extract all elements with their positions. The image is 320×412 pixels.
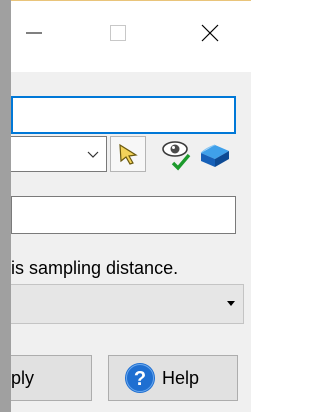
solid-view-button[interactable] (197, 136, 233, 172)
eye-check-icon (162, 141, 191, 171)
pointer-pick-icon (119, 143, 138, 165)
maximize-button[interactable] (95, 10, 141, 56)
sampling-distance-hint: is sampling distance. (11, 258, 179, 278)
minimize-button[interactable] (11, 10, 57, 56)
target-combo[interactable] (11, 136, 107, 172)
dropdown-arrow-icon (227, 301, 235, 306)
apply-button-label: ply (11, 367, 35, 388)
chevron-down-icon[interactable] (84, 145, 102, 163)
value-input[interactable] (11, 196, 236, 234)
title-bar (11, 0, 251, 72)
minimize-icon (26, 32, 42, 34)
title-bar-top-line (11, 0, 251, 1)
close-button[interactable] (187, 10, 233, 56)
help-button-label: Help (162, 367, 200, 388)
left-edge-strip (0, 0, 11, 412)
help-icon: ? (125, 363, 155, 393)
show-hide-button[interactable] (159, 136, 195, 172)
close-icon (201, 24, 219, 42)
help-button[interactable]: ? Help (108, 355, 238, 401)
maximize-icon (110, 25, 126, 41)
pick-tool-button[interactable] (110, 136, 146, 172)
svg-text:?: ? (134, 368, 146, 390)
option-dropdown[interactable] (11, 284, 244, 324)
blue-solid-icon (200, 144, 229, 167)
dialog-client-area: is sampling distance. ply ? Help (11, 72, 251, 412)
name-input[interactable] (11, 96, 236, 134)
apply-button[interactable]: ply (11, 355, 92, 401)
